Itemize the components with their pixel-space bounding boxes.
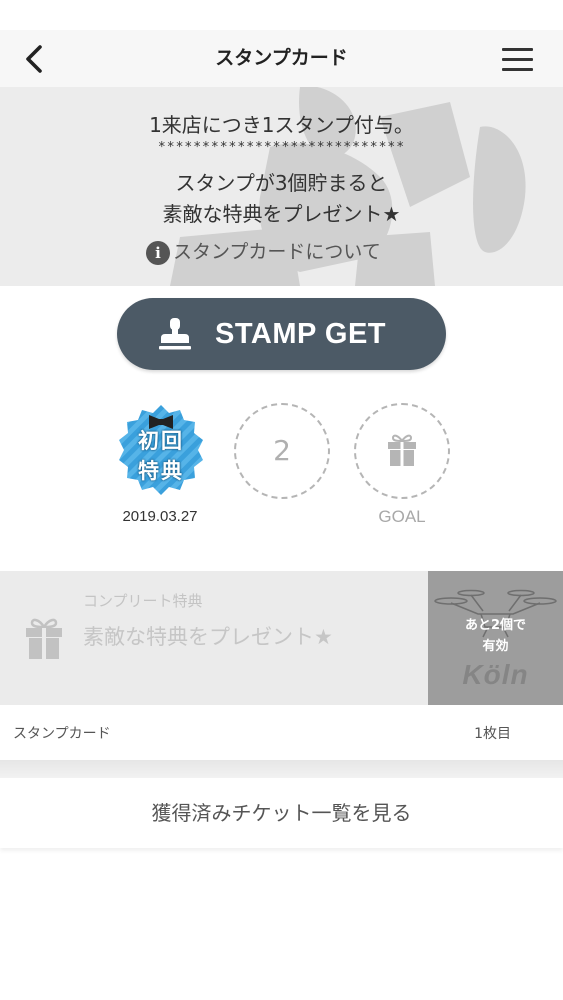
reward-status-panel: あと2個で 有効 Köln xyxy=(428,571,563,705)
chevron-left-icon[interactable] xyxy=(18,42,52,76)
stamp-card-info-banner: 1来店につき1スタンプ付与。 *************************… xyxy=(0,87,563,286)
stamp-get-label: STAMP GET xyxy=(215,318,386,350)
navigation-bar: スタンプカード xyxy=(0,30,563,87)
stamp-icon xyxy=(159,318,191,350)
complete-reward-card[interactable]: コンプリート特典 素敵な特典をプレゼント★ あと2個で 有効 Köln xyxy=(0,571,563,705)
goal-label: GOAL xyxy=(378,507,426,526)
stamp-slot-2: 2 xyxy=(234,403,330,499)
view-acquired-tickets-button[interactable]: 獲得済みチケット一覧を見る xyxy=(0,778,563,848)
reward-remaining-text: あと2個で 有効 xyxy=(428,615,563,657)
stamp-card-count: 1枚目 xyxy=(474,726,511,742)
stamp-get-button[interactable]: STAMP GET xyxy=(117,298,446,370)
badge-text-line1: 初回 xyxy=(138,429,184,453)
reward-description-text: 素敵な特典をプレゼント★ xyxy=(162,202,401,226)
reward-condition-text: スタンプが3個貯まると xyxy=(175,171,388,195)
page-title: スタンプカード xyxy=(215,47,348,69)
complete-reward-title: 素敵な特典をプレゼント★ xyxy=(83,625,333,649)
reward-remaining-line1: あと2個で xyxy=(464,618,527,633)
badge-text-line2: 特典 xyxy=(138,459,184,483)
complete-reward-sublabel: コンプリート特典 xyxy=(83,592,203,610)
stamp-rule-text: 1来店につき1スタンプ付与。 xyxy=(149,113,414,137)
stamp-card-label: スタンプカード xyxy=(13,726,111,742)
hamburger-menu-icon[interactable] xyxy=(498,44,536,74)
about-stamp-card-label: スタンプカードについて xyxy=(173,241,381,263)
reward-remaining-line2: 有効 xyxy=(482,639,509,654)
info-icon: i xyxy=(146,240,170,265)
stamp-card-footer: スタンプカード 1枚目 xyxy=(0,705,563,760)
gift-icon xyxy=(26,618,62,659)
about-stamp-card-link[interactable]: i スタンプカードについて xyxy=(146,237,381,267)
decorative-stars-text: **************************** xyxy=(157,140,406,155)
brand-logo: Köln xyxy=(462,659,529,690)
stamp-slot-number: 2 xyxy=(273,434,291,467)
stamp-slot-goal xyxy=(354,403,450,499)
stamp-slot-1: 初回 特典 xyxy=(113,403,209,499)
gift-icon xyxy=(388,434,416,466)
stamp-date: 2019.03.27 xyxy=(122,508,198,525)
section-divider xyxy=(0,760,563,778)
status-bar-area xyxy=(0,0,563,30)
